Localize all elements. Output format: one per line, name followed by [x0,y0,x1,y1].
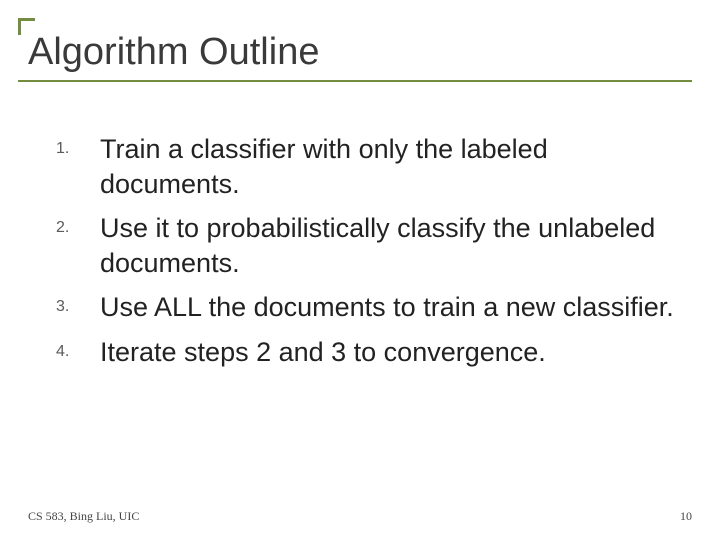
list-text: Iterate steps 2 and 3 to convergence. [100,335,546,370]
slide: Algorithm Outline 1. Train a classifier … [0,0,720,540]
slide-title: Algorithm Outline [18,29,692,82]
slide-body: 1. Train a classifier with only the labe… [28,132,692,369]
list-item: 2. Use it to probabilistically classify … [56,211,692,280]
list-item: 4. Iterate steps 2 and 3 to convergence. [56,335,692,370]
list-number: 2. [56,211,100,237]
list-number: 4. [56,335,100,361]
list-item: 3. Use ALL the documents to train a new … [56,290,692,325]
list-text: Train a classifier with only the labeled… [100,132,692,201]
list-item: 1. Train a classifier with only the labe… [56,132,692,201]
footer-left: CS 583, Bing Liu, UIC [28,509,139,524]
title-block: Algorithm Outline [18,18,692,82]
list-number: 1. [56,132,100,158]
list-text: Use it to probabilistically classify the… [100,211,692,280]
list-text: Use ALL the documents to train a new cla… [100,290,674,325]
list-number: 3. [56,290,100,316]
slide-number: 10 [680,509,692,524]
